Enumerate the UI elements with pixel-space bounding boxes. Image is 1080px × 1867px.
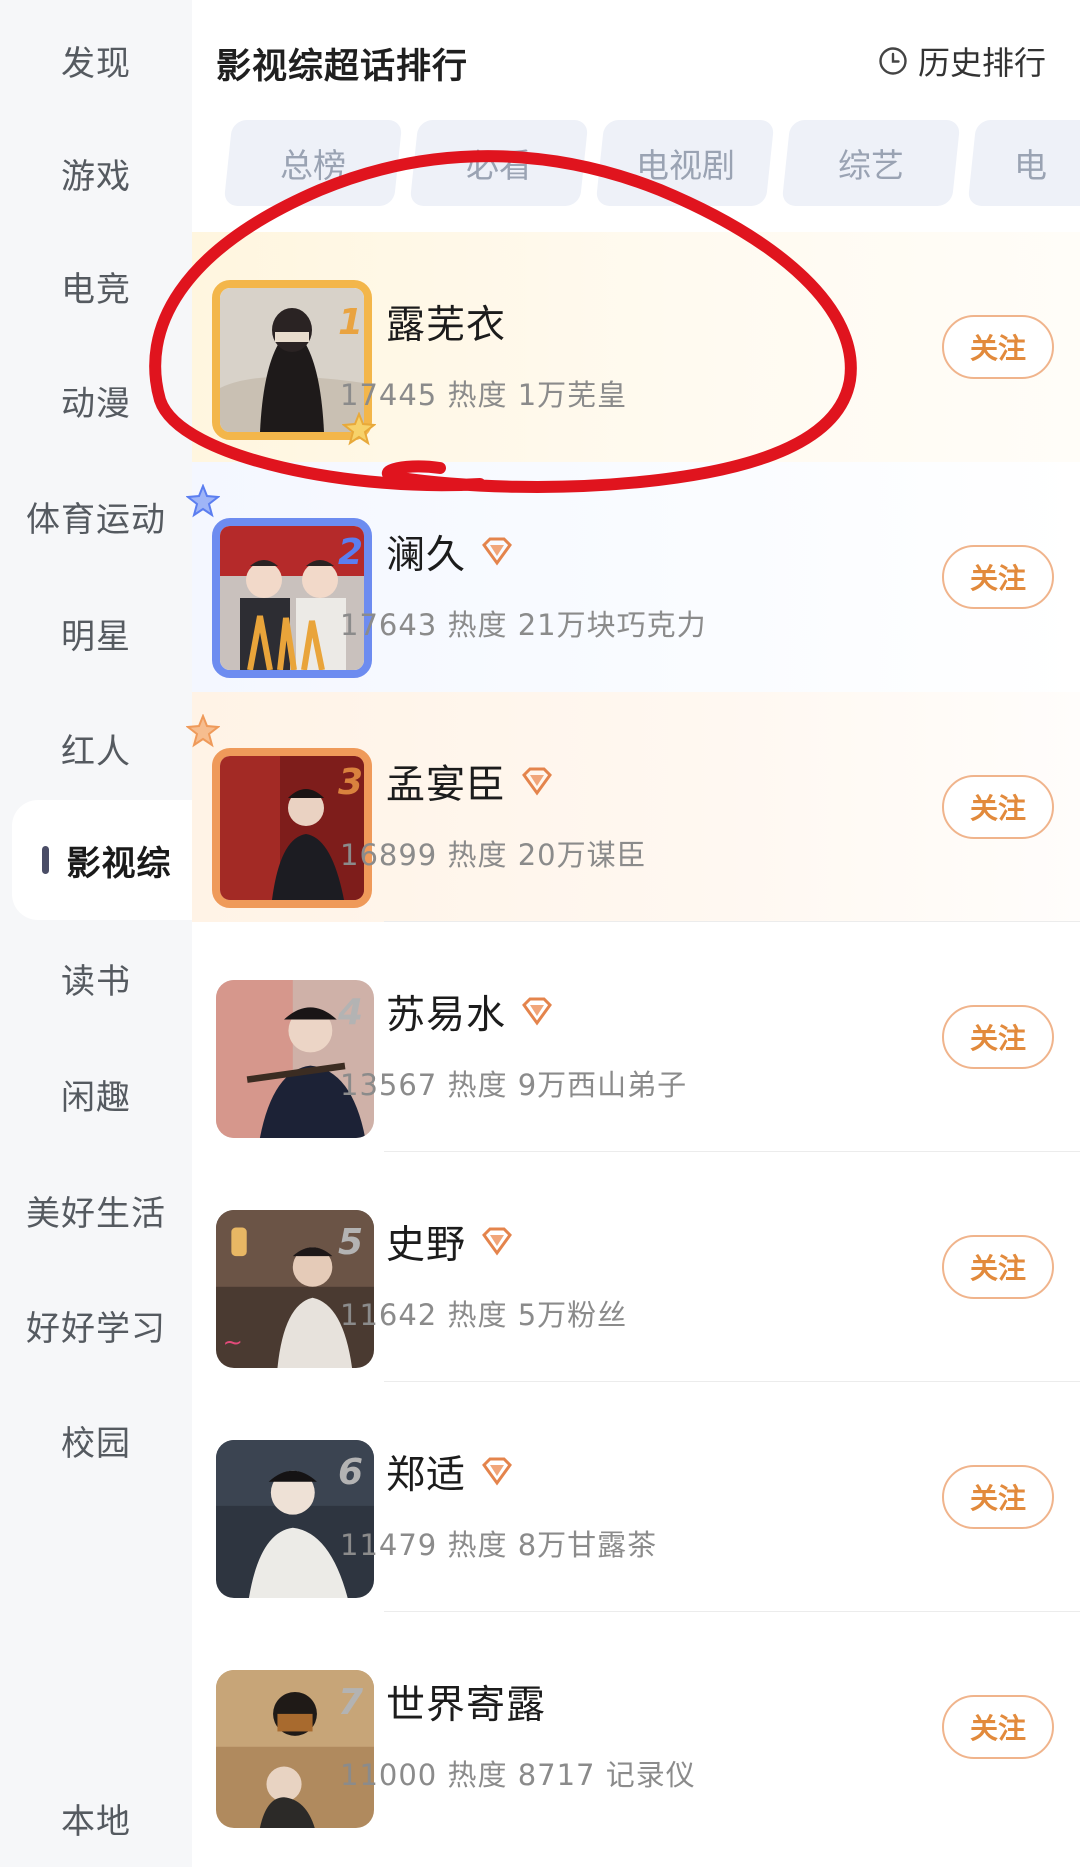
sidebar-item-games[interactable]: 游戏	[0, 113, 192, 233]
topic-stats: 16899 热度 20万谋臣	[340, 838, 647, 872]
history-ranking-label: 历史排行	[917, 44, 1046, 82]
follow-button[interactable]: 关注	[942, 545, 1054, 609]
sidebar-item-stars[interactable]: 明星	[0, 573, 192, 693]
sidebar-item-local[interactable]: 本地	[0, 1790, 192, 1867]
rank-number: 7	[338, 1682, 364, 1723]
topic-name[interactable]: 苏易水	[386, 984, 554, 1040]
topic-stats: 13567 热度 9万西山弟子	[340, 1068, 688, 1102]
sidebar-item-good-life[interactable]: 美好生活	[0, 1150, 192, 1270]
topic-stats: 17445 热度 1万芜皇	[340, 378, 628, 412]
topic-stats: 11479 热度 8万甘露茶	[340, 1528, 658, 1562]
ranking-row[interactable]: 2 澜久 17643 热度 21万块巧克力 关注	[186, 462, 1080, 692]
level-badge-icon	[480, 1227, 514, 1257]
topic-name[interactable]: 澜久	[386, 524, 514, 580]
sidebar-item-campus[interactable]: 校园	[0, 1380, 192, 1500]
star-icon	[186, 714, 220, 748]
sidebar-item-film-tv-variety[interactable]: 影视综	[12, 800, 192, 920]
level-badge-icon	[520, 997, 554, 1027]
rank-number: 5	[338, 1222, 364, 1263]
level-badge-icon	[480, 537, 514, 567]
ranking-row[interactable]: 1 露芜衣 17445 热度 1万芜皇 关注	[192, 232, 1080, 462]
rank-number: 4	[338, 992, 364, 1033]
star-icon	[186, 484, 220, 518]
follow-button[interactable]: 关注	[942, 1695, 1054, 1759]
sidebar-item-sports[interactable]: 体育运动	[0, 456, 192, 576]
ranking-row[interactable]: 6 郑适 11479 热度 8万甘露茶 关注	[192, 1382, 1080, 1612]
sidebar-item-reading[interactable]: 读书	[0, 918, 192, 1038]
follow-button[interactable]: 关注	[942, 315, 1054, 379]
topic-name[interactable]: 郑适	[386, 1444, 514, 1500]
topic-stats: 17643 热度 21万块巧克力	[340, 608, 707, 642]
sidebar-item-anime[interactable]: 动漫	[0, 340, 192, 460]
rank-number: 1	[338, 302, 364, 343]
clock-icon	[878, 46, 908, 76]
topic-name[interactable]: 史野	[386, 1214, 514, 1270]
follow-button[interactable]: 关注	[942, 1465, 1054, 1529]
follow-button[interactable]: 关注	[942, 1005, 1054, 1069]
sidebar-item-esports[interactable]: 电竞	[0, 226, 192, 346]
history-ranking-button[interactable]: 历史排行	[878, 38, 1046, 84]
tab-must-watch[interactable]: 必看	[409, 120, 589, 206]
topic-name[interactable]: 孟宴臣	[386, 754, 554, 810]
rank-number: 3	[338, 762, 364, 803]
tab-variety[interactable]: 综艺	[781, 120, 961, 206]
rank-number: 2	[338, 532, 364, 573]
page-title: 影视综超话排行	[216, 47, 469, 87]
sidebar-item-leisure[interactable]: 闲趣	[0, 1034, 192, 1154]
topic-stats: 11642 热度 5万粉丝	[340, 1298, 628, 1332]
category-tabs: 总榜 必看 电视剧 综艺 电	[224, 120, 1080, 206]
svg-text:~: ~	[223, 1328, 243, 1356]
category-sidebar: 发现 游戏 电竞 动漫 体育运动 明星 红人 影视综 读书 闲趣 美好生活 好好…	[0, 0, 192, 1867]
tab-more[interactable]: 电	[967, 120, 1080, 206]
ranking-row[interactable]: ~ 5 史野 11642 热度 5万粉丝 关注	[192, 1152, 1080, 1382]
level-badge-icon	[520, 767, 554, 797]
sidebar-item-discover[interactable]: 发现	[0, 0, 192, 120]
level-badge-icon	[480, 1457, 514, 1487]
topic-name[interactable]: 世界寄露	[386, 1674, 546, 1730]
follow-button[interactable]: 关注	[942, 775, 1054, 839]
follow-button[interactable]: 关注	[942, 1235, 1054, 1299]
sidebar-item-influencers[interactable]: 红人	[0, 688, 192, 808]
topic-stats: 11000 热度 8717 记录仪	[340, 1758, 696, 1792]
ranking-row[interactable]: 7 世界寄露 11000 热度 8717 记录仪 关注	[192, 1612, 1080, 1842]
star-icon	[342, 412, 376, 446]
ranking-row[interactable]: 3 孟宴臣 16899 热度 20万谋臣 关注	[186, 692, 1080, 922]
tab-overall[interactable]: 总榜	[224, 120, 403, 206]
app-screen: 发现 游戏 电竞 动漫 体育运动 明星 红人 影视综 读书 闲趣 美好生活 好好…	[0, 0, 1080, 1867]
ranking-row[interactable]: 4 苏易水 13567 热度 9万西山弟子 关注	[192, 922, 1080, 1152]
tab-tv-series[interactable]: 电视剧	[595, 120, 775, 206]
sidebar-item-study[interactable]: 好好学习	[0, 1265, 192, 1385]
rank-number: 6	[338, 1452, 364, 1493]
topic-name[interactable]: 露芜衣	[386, 294, 506, 350]
